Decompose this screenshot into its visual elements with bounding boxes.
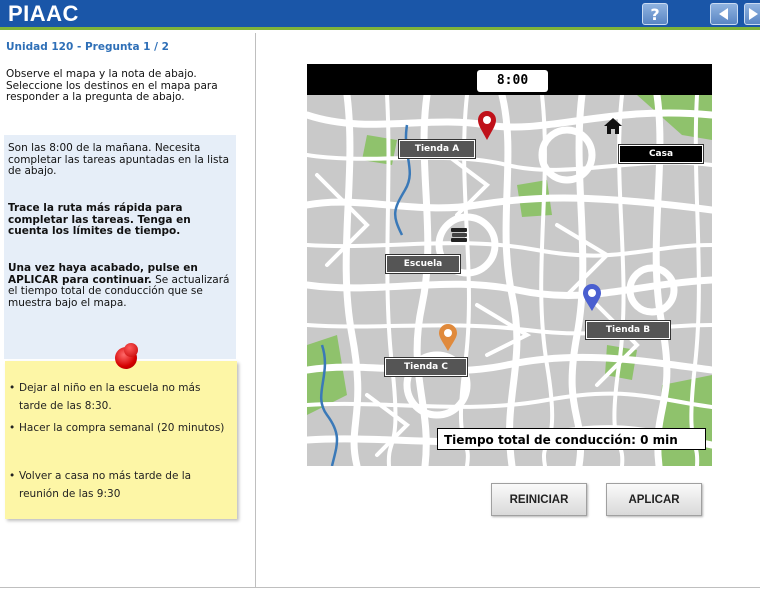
clock-display: 8:00 xyxy=(477,70,548,92)
next-button[interactable] xyxy=(744,3,760,25)
label-casa[interactable]: Casa xyxy=(618,144,704,164)
instructions: Observe el mapa y la nota de abajo. Sele… xyxy=(6,68,218,103)
panel-divider xyxy=(255,33,256,588)
top-bar: PIAAC ? xyxy=(0,0,760,30)
pushpin-head-icon xyxy=(124,343,138,357)
reset-button[interactable]: REINICIAR xyxy=(491,483,587,516)
help-button[interactable]: ? xyxy=(642,3,668,25)
map-panel: 8:00 Tienda A Casa Escuela Tienda B Tien… xyxy=(307,64,712,466)
books-icon[interactable] xyxy=(449,225,469,245)
drive-time-display: Tiempo total de conducción: 0 min xyxy=(437,428,706,450)
task-paragraph-3: Una vez haya acabado, pulse en APLICAR p… xyxy=(8,262,230,309)
bottom-divider xyxy=(0,587,760,588)
sticky-note: • Dejar al niño en la escuela no más tard… xyxy=(5,361,237,519)
label-tienda-a[interactable]: Tienda A xyxy=(398,139,476,159)
note-item: • Dejar al niño en la escuela no más tard… xyxy=(9,382,201,412)
label-tienda-b[interactable]: Tienda B xyxy=(585,320,671,340)
task-paragraph-2: Trace la ruta más rápida para completar … xyxy=(8,202,191,237)
back-button[interactable] xyxy=(710,3,738,25)
task-paragraph-1: Son las 8:00 de la mañana. Necesita comp… xyxy=(8,142,230,177)
map-header: 8:00 xyxy=(307,64,712,95)
apply-button[interactable]: APLICAR xyxy=(606,483,702,516)
task-box: Son las 8:00 de la mañana. Necesita comp… xyxy=(4,135,236,359)
label-escuela[interactable]: Escuela xyxy=(385,254,461,274)
label-tienda-c[interactable]: Tienda C xyxy=(384,357,468,377)
app-logo: PIAAC xyxy=(8,1,79,26)
note-item: • Hacer la compra semanal (20 minutos) xyxy=(9,422,225,434)
house-icon[interactable] xyxy=(603,117,623,135)
arrow-right-icon xyxy=(749,8,758,20)
pin-tienda-a-icon[interactable] xyxy=(477,111,497,141)
note-item-text: Dejar al niño en la escuela no más tarde… xyxy=(19,382,201,412)
pin-tienda-c-icon[interactable] xyxy=(438,324,458,352)
note-item-text: Hacer la compra semanal (20 minutos) xyxy=(19,422,225,434)
note-item-text: Volver a casa no más tarde de la reunión… xyxy=(19,470,192,500)
note-item: • Volver a casa no más tarde de la reunió… xyxy=(9,470,192,500)
pin-tienda-b-icon[interactable] xyxy=(582,284,602,312)
arrow-left-icon xyxy=(719,8,728,20)
unit-title: Unidad 120 - Pregunta 1 / 2 xyxy=(6,41,169,53)
city-map[interactable]: Tienda A Casa Escuela Tienda B Tienda C xyxy=(307,95,712,466)
